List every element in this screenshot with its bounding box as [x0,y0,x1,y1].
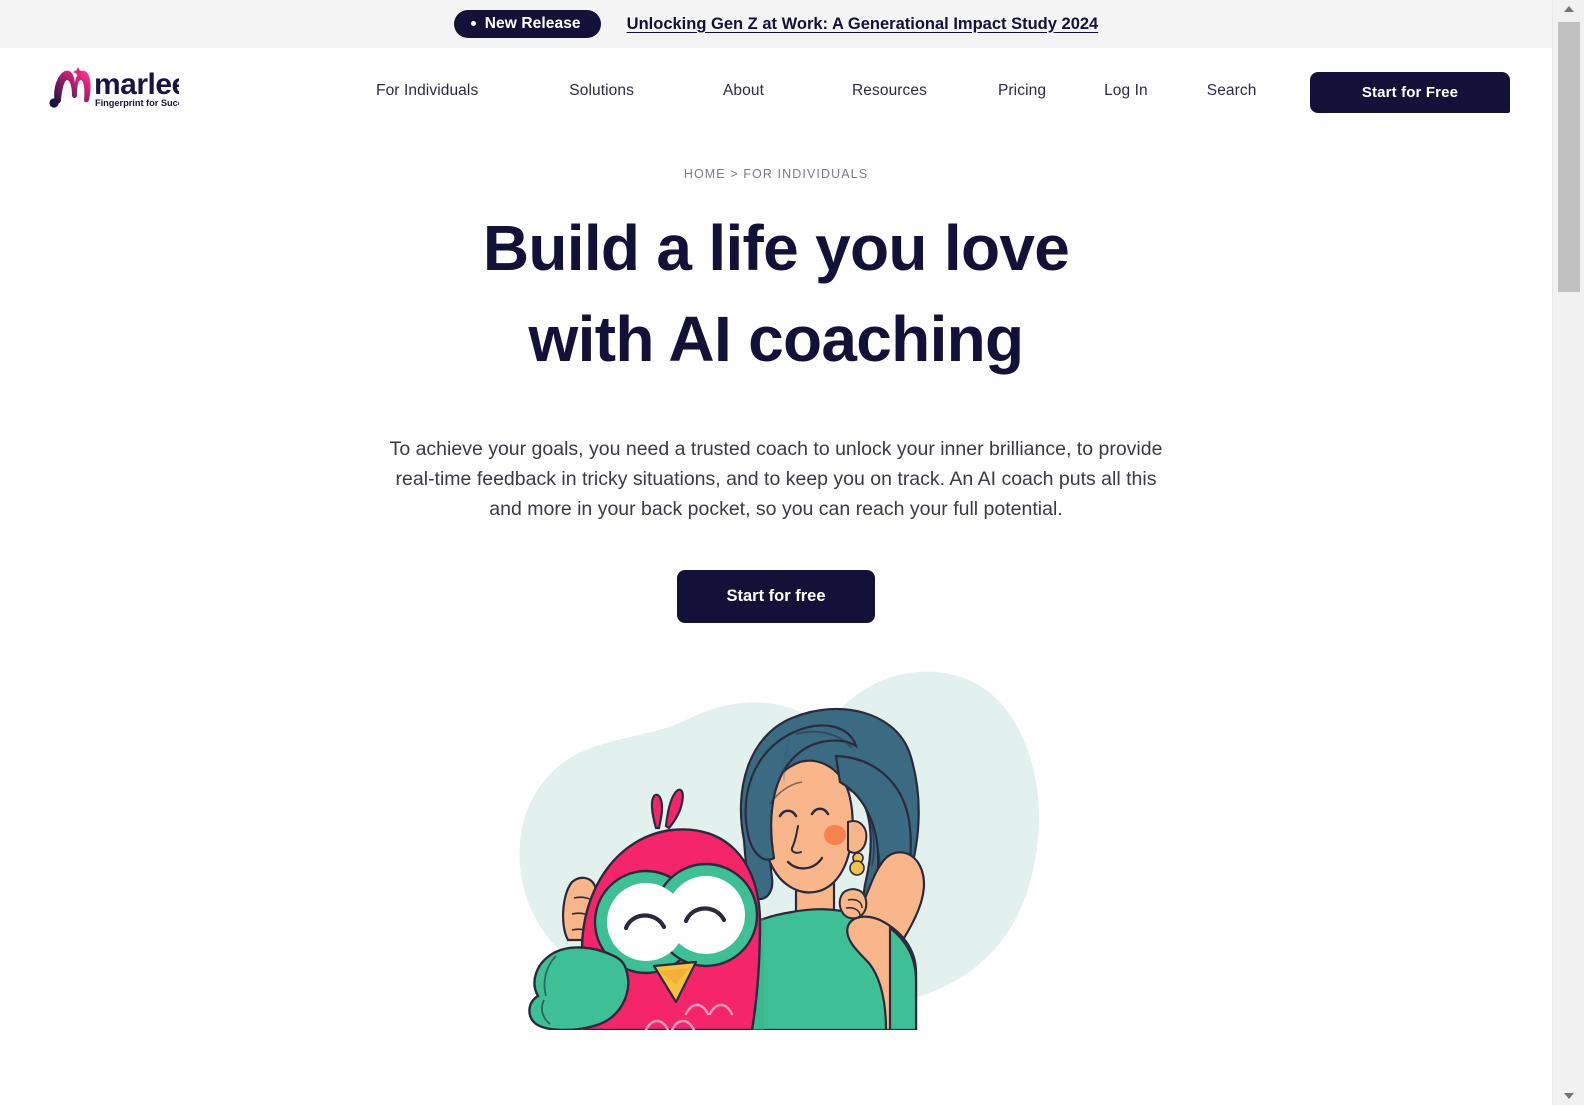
nav-item-resources[interactable]: Resources [852,72,927,110]
bullet-dot-icon [470,21,476,26]
right-eye-white [667,875,745,954]
page-content: New Release Unlocking Gen Z at Work: A G… [0,0,1552,1105]
new-release-badge-label: New Release [484,14,581,32]
nav-item-about[interactable]: About [723,72,764,110]
woman-with-owl-mascot-illustration [519,671,1039,1030]
scroll-down-button[interactable] [1553,1087,1584,1105]
nav-item-solutions[interactable]: Solutions [569,72,634,110]
hero-subtitle: To achieve your goals, you need a truste… [389,437,1163,520]
nav-item-search[interactable]: Search [1207,72,1257,110]
marlee-logo-svg: marlee Fingerprint for Success [49,67,179,108]
page-title: Build a life you love with AI coaching [396,203,1156,385]
marlee-logo[interactable]: marlee Fingerprint for Success [44,62,179,110]
announcement-bar: New Release Unlocking Gen Z at Work: A G… [0,0,1552,48]
scrollbar-thumb[interactable] [1558,22,1580,292]
svg-text:Fingerprint for Success: Fingerprint for Success [95,98,179,108]
new-release-badge[interactable]: New Release [453,9,601,39]
vertical-scrollbar[interactable] [1552,0,1584,1105]
hero-illustration-wrapper [0,650,1552,1030]
caret-down-icon [1564,1093,1574,1099]
page-title-line-1: Build a life you love [482,212,1070,284]
hero-start-for-free-button[interactable]: Start for free [677,569,875,623]
site-header: marlee Fingerprint for Success For Indiv… [0,48,1552,133]
page-title-line-2: with AI coaching [528,302,1025,375]
nav-item-for-individuals[interactable]: For Individuals [376,72,478,110]
blush [824,824,846,845]
browser-viewport: New Release Unlocking Gen Z at Work: A G… [0,0,1584,1105]
ear [847,819,868,854]
main-navigation: For Individuals Solutions About Resource… [360,48,1256,133]
nav-item-log-in[interactable]: Log In [1104,72,1148,110]
hand [838,888,868,920]
announcement-link[interactable]: Unlocking Gen Z at Work: A Generational … [627,15,1099,34]
hero-section: HOME > FOR INDIVIDUALS Build a life you … [0,133,1552,1030]
nav-item-pricing[interactable]: Pricing [998,72,1046,110]
svg-text:marlee: marlee [94,68,179,101]
breadcrumb: HOME > FOR INDIVIDUALS [683,167,869,181]
scroll-up-button[interactable] [1553,0,1584,18]
caret-up-icon [1564,6,1574,12]
header-start-for-free-button[interactable]: Start for Free [1310,72,1510,113]
